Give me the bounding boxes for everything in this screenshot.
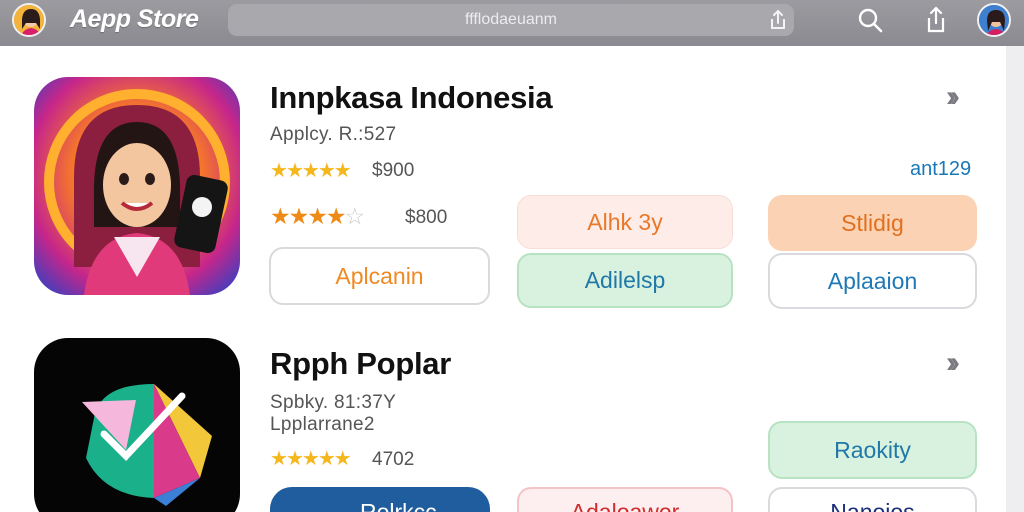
avatar-image <box>14 5 44 35</box>
star-icon: ★ <box>285 160 304 182</box>
chevron-double-right-icon[interactable]: ›› <box>946 346 960 380</box>
app-icon-rpph[interactable] <box>34 338 240 512</box>
top-bar: Aepp Store ffflodaeuanm <box>0 0 1024 46</box>
action-button-d[interactable]: Stlidig <box>768 195 977 251</box>
store-brand: Aepp Store <box>70 5 199 33</box>
rating-label: $900 <box>372 160 415 181</box>
action-button-green[interactable]: Raokity <box>768 421 977 479</box>
star-icon: ★ <box>301 160 320 182</box>
scroll-gutter[interactable] <box>1006 46 1024 512</box>
action-button-b[interactable]: Alhk 3y <box>517 195 733 249</box>
app-illustration <box>34 338 240 512</box>
action-button-a[interactable]: Aplcanin <box>269 247 490 305</box>
app-title[interactable]: Innpkasa Indonesia <box>270 80 553 116</box>
action-button-white[interactable]: Nanoios <box>768 487 977 512</box>
star-icon: ★ <box>270 160 288 182</box>
star-icon: ★ <box>307 203 328 229</box>
star-icon: ★ <box>317 448 336 470</box>
star-icon: ★ <box>285 448 304 470</box>
rating-label: 4702 <box>372 449 415 470</box>
star-icon: ★ <box>270 203 291 229</box>
avatar-image <box>979 5 1009 35</box>
action-button-c[interactable]: Adilelsp <box>517 253 733 308</box>
rating-stars: ★★★★☆ <box>270 203 366 230</box>
action-button-red[interactable]: Adaloawor <box>517 487 733 512</box>
action-button-e[interactable]: Aplaaion <box>768 253 977 309</box>
link-count[interactable]: ant129 <box>910 158 971 181</box>
app-subtitle-2: Lpplarrane2 <box>270 414 375 435</box>
star-icon: ★ <box>333 160 352 182</box>
share-up-icon[interactable] <box>922 6 950 34</box>
app-illustration <box>34 77 240 295</box>
rating-stars: ★★★★★ <box>270 446 352 471</box>
star-icon: ★ <box>317 160 336 182</box>
chevron-double-right-icon[interactable]: ›› <box>946 80 960 114</box>
profile-avatar[interactable] <box>12 3 46 37</box>
app-icon-innpkasa[interactable] <box>34 77 240 295</box>
app-title[interactable]: Rpph Poplar <box>270 346 451 382</box>
app-store-window: Aepp Store ffflodaeuanm Innpkasa Indones… <box>0 0 1024 512</box>
account-avatar[interactable] <box>977 3 1011 37</box>
search-icon[interactable] <box>856 6 884 34</box>
star-icon: ☆ <box>344 203 366 229</box>
star-icon: ★ <box>270 448 288 470</box>
star-icon: ★ <box>325 203 347 229</box>
url-text: ffflodaeuanm <box>465 11 557 28</box>
app-subtitle: Spbky. 81:37Y <box>270 392 397 413</box>
star-icon: ★ <box>301 448 320 470</box>
star-icon: ★ <box>333 448 352 470</box>
share-icon[interactable] <box>766 8 790 32</box>
action-button-blue[interactable]: Rolrkcc <box>270 487 490 512</box>
rating-stars: ★★★★★ <box>270 158 352 183</box>
star-icon: ★ <box>288 203 310 229</box>
rating-label: $800 <box>405 207 448 228</box>
address-bar[interactable]: ffflodaeuanm <box>228 4 794 36</box>
app-subtitle: Applcy. R.:527 <box>270 124 397 145</box>
